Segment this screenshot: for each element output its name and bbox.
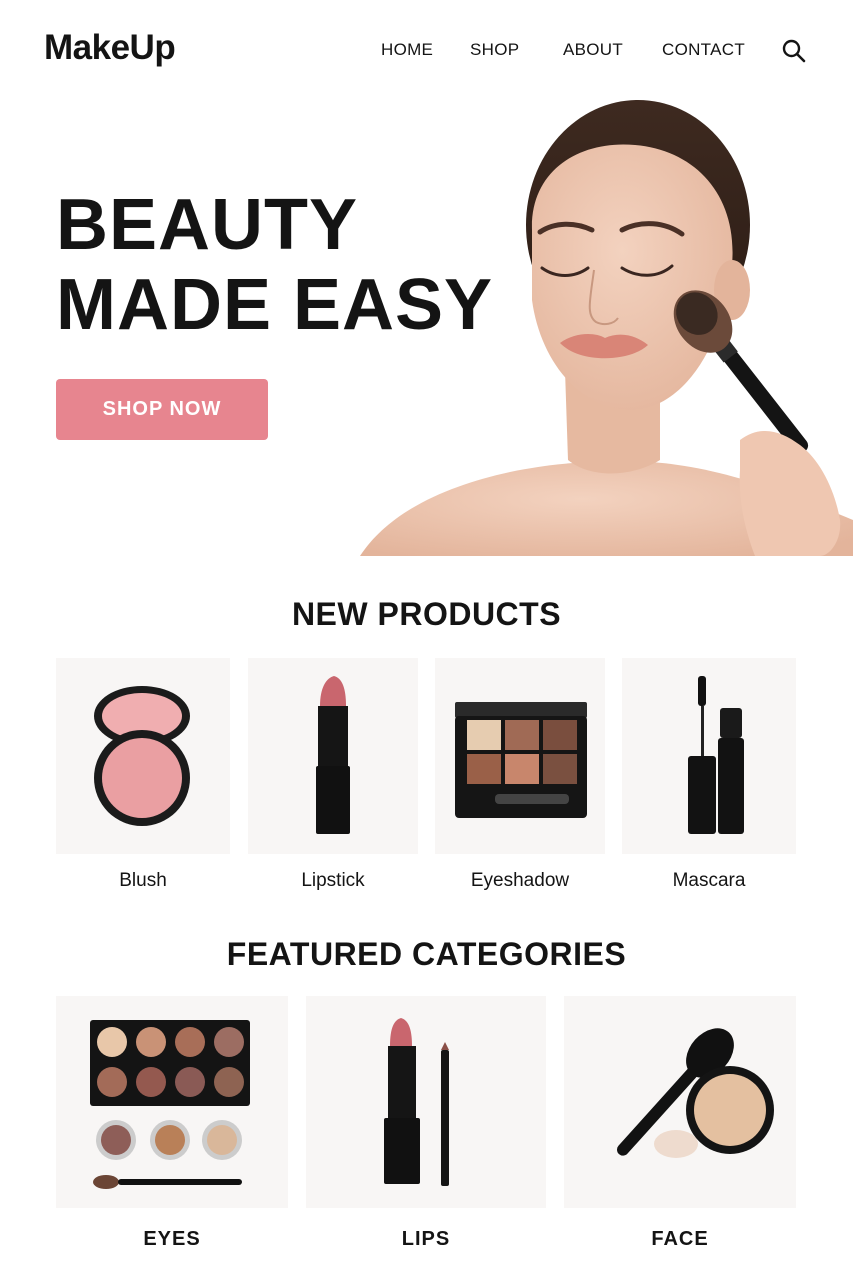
category-card-face[interactable]	[564, 996, 796, 1208]
featured-categories-title: FEATURED CATEGORIES	[226, 936, 627, 972]
product-label-blush: Blush	[119, 870, 167, 891]
product-label-eyeshadow: Eyeshadow	[470, 870, 570, 891]
nav-contact[interactable]: CONTACT	[662, 40, 745, 60]
nav-shop[interactable]: SHOP	[470, 40, 519, 60]
mascara-icon	[688, 676, 744, 834]
new-products-title: NEW PRODUCTS	[291, 596, 562, 632]
blush-compact-icon	[94, 686, 190, 826]
product-card-mascara[interactable]	[622, 658, 796, 854]
eyeshadow-palette-icon	[455, 702, 587, 818]
product-label-lipstick: Lipstick	[301, 870, 365, 891]
hero-model-image	[360, 100, 853, 556]
category-label-eyes: EYES	[143, 1228, 201, 1250]
eye-palette-icon	[90, 1020, 250, 1189]
product-card-lipstick[interactable]	[248, 658, 418, 854]
category-card-eyes[interactable]	[56, 996, 288, 1208]
face-powder-icon	[616, 1028, 774, 1158]
nav-about[interactable]: ABOUT	[563, 40, 623, 60]
category-label-face: FACE	[651, 1228, 709, 1250]
nav-home[interactable]: HOME	[381, 40, 433, 60]
lipstick-icon	[316, 676, 350, 834]
search-icon[interactable]	[781, 38, 807, 64]
product-card-blush[interactable]	[56, 658, 230, 854]
shop-now-button[interactable]: SHOP NOW	[56, 379, 268, 440]
product-card-eyeshadow[interactable]	[435, 658, 605, 854]
product-label-mascara: Mascara	[672, 870, 746, 891]
main-nav: HOME SHOP ABOUT CONTACT	[0, 40, 853, 64]
category-label-lips: LIPS	[401, 1228, 451, 1250]
lips-products-icon	[384, 1018, 449, 1186]
category-card-lips[interactable]	[306, 996, 546, 1208]
